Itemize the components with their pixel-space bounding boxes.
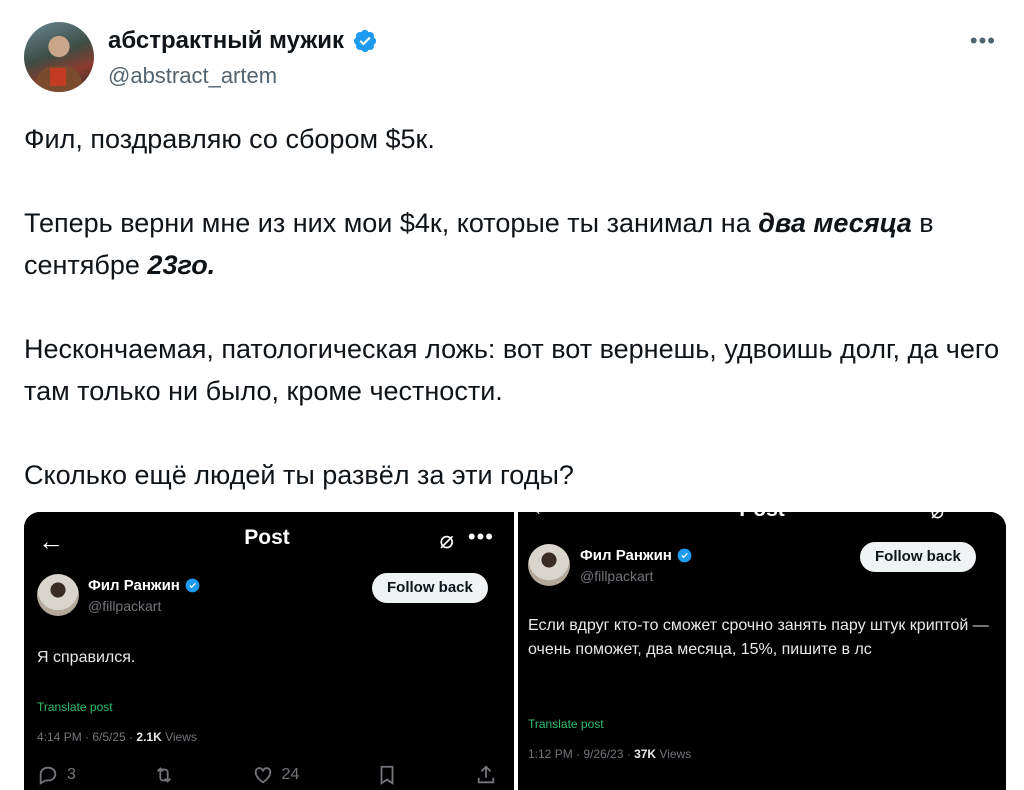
like-action: 24 bbox=[252, 764, 300, 786]
paragraph-2-emphasis-a: два месяца bbox=[758, 208, 912, 238]
author-display-name[interactable]: абстрактный мужик bbox=[108, 27, 344, 55]
embedded-post-title: Post bbox=[244, 526, 290, 549]
translate-post-link: Translate post bbox=[37, 700, 113, 714]
embedded-name-row: Фил Ранжин bbox=[88, 577, 200, 594]
verified-badge-icon bbox=[185, 578, 200, 593]
embedded-name-row: Фил Ранжин bbox=[580, 547, 692, 564]
translate-post-link: Translate post bbox=[528, 717, 604, 731]
embedded-post-text: Если вдруг кто-то сможет срочно занять п… bbox=[528, 617, 989, 658]
embedded-avatar bbox=[37, 574, 79, 616]
verified-badge-icon bbox=[677, 548, 692, 563]
embedded-action-bar: 3 24 bbox=[37, 764, 497, 786]
bookmark-action bbox=[376, 764, 398, 786]
embedded-topbar: ← Post ⌀ ••• bbox=[24, 512, 510, 568]
embedded-avatar bbox=[528, 544, 570, 586]
embedded-post-meta: 1:12 PM · 9/26/23 · 37K Views bbox=[528, 747, 692, 761]
embedded-name: Фил Ранжин bbox=[88, 577, 180, 594]
share-icon bbox=[477, 765, 495, 784]
media-image-right[interactable]: ← Post ⌀ Фил Ранжин @fillpackart Follow … bbox=[514, 512, 1006, 790]
share-action bbox=[475, 764, 497, 786]
reply-action: 3 bbox=[37, 764, 76, 786]
reply-icon bbox=[39, 766, 57, 785]
embedded-handle: @fillpackart bbox=[88, 598, 162, 614]
repost-action bbox=[153, 764, 175, 786]
tweet-header: абстрактный мужик @abstract_artem ••• bbox=[24, 22, 1002, 94]
embedded-post-text: Я справился. bbox=[37, 649, 136, 666]
bookmark-icon bbox=[380, 765, 394, 785]
follow-back-button: Follow back bbox=[860, 542, 976, 572]
reply-count: 3 bbox=[67, 766, 76, 783]
embedded-name: Фил Ранжин bbox=[580, 547, 672, 564]
more-options-icon[interactable]: ••• bbox=[970, 28, 996, 54]
verified-badge-icon bbox=[353, 29, 377, 53]
tweet-paragraph-1: Фил, поздравляю со сбором $5к. bbox=[24, 124, 435, 154]
tweet-body: Фил, поздравляю со сбором $5к. Теперь ве… bbox=[24, 118, 1014, 496]
tweet-paragraph-3: Нескончаемая, патологическая ложь: вот в… bbox=[24, 334, 1000, 406]
follow-back-button: Follow back bbox=[372, 573, 488, 603]
author-handle[interactable]: @abstract_artem bbox=[108, 63, 277, 89]
tweet-paragraph-2: Теперь верни мне из них мои $4к, которые… bbox=[24, 202, 1014, 286]
avatar-book bbox=[50, 68, 66, 86]
paragraph-2-emphasis-b: 23го. bbox=[147, 250, 216, 280]
repost-icon bbox=[156, 767, 171, 783]
embedded-more-icon: ••• bbox=[467, 524, 494, 549]
author-avatar[interactable] bbox=[24, 22, 94, 92]
grok-icon: ⌀ bbox=[439, 527, 454, 554]
embedded-handle: @fillpackart bbox=[580, 568, 654, 584]
like-count: 24 bbox=[281, 766, 300, 783]
media-image-left[interactable]: ← Post ⌀ ••• Фил Ранжин @fillpackart Fol… bbox=[24, 512, 510, 790]
paragraph-2-text-a: Теперь верни мне из них мои $4к, которые… bbox=[24, 208, 759, 238]
tweet-media[interactable]: ← Post ⌀ ••• Фил Ранжин @fillpackart Fol… bbox=[24, 512, 1006, 790]
grok-icon: ⌀ bbox=[931, 512, 944, 524]
embedded-post-meta: 4:14 PM · 6/5/25 · 2.1K Views bbox=[37, 730, 197, 744]
heart-icon bbox=[254, 767, 271, 784]
tweet-paragraph-4: Сколько ещё людей ты развёл за эти годы? bbox=[24, 460, 574, 490]
author-name-row: абстрактный мужик bbox=[108, 27, 378, 55]
